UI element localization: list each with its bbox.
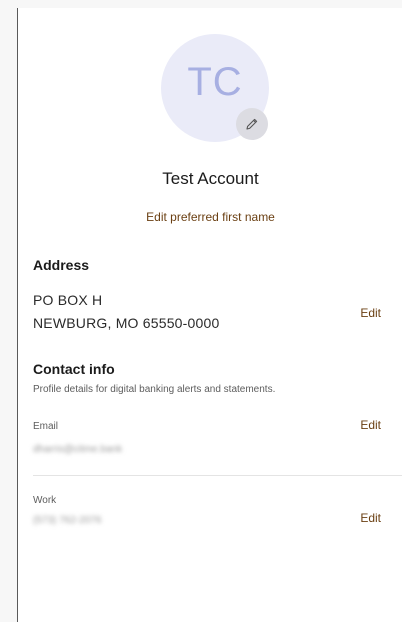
- contact-info-heading: Contact info: [33, 361, 115, 377]
- avatar-initials: TC: [187, 60, 243, 104]
- pencil-icon: [246, 118, 258, 130]
- email-label: Email: [33, 421, 59, 432]
- work-phone-value: (573) 762-2076: [33, 515, 102, 526]
- profile-panel: TC Test Account Edit preferred first nam…: [17, 8, 402, 622]
- edit-avatar-button[interactable]: [236, 108, 268, 140]
- work-phone-label: Work: [33, 495, 57, 506]
- account-name: Test Account: [162, 169, 259, 188]
- edit-preferred-name-link[interactable]: Edit preferred first name: [18, 210, 402, 224]
- edit-address-link[interactable]: Edit: [360, 306, 381, 320]
- contact-info-description: Profile details for digital banking aler…: [33, 384, 276, 395]
- edit-work-phone-link[interactable]: Edit: [360, 511, 381, 525]
- email-value: dharris@citme.bank: [33, 444, 123, 455]
- address-line-2: NEWBURG, MO 65550-0000: [33, 315, 220, 331]
- divider: [33, 475, 402, 476]
- address-line-1: PO BOX H: [33, 292, 103, 308]
- edit-email-link[interactable]: Edit: [360, 418, 381, 432]
- address-heading: Address: [33, 257, 90, 273]
